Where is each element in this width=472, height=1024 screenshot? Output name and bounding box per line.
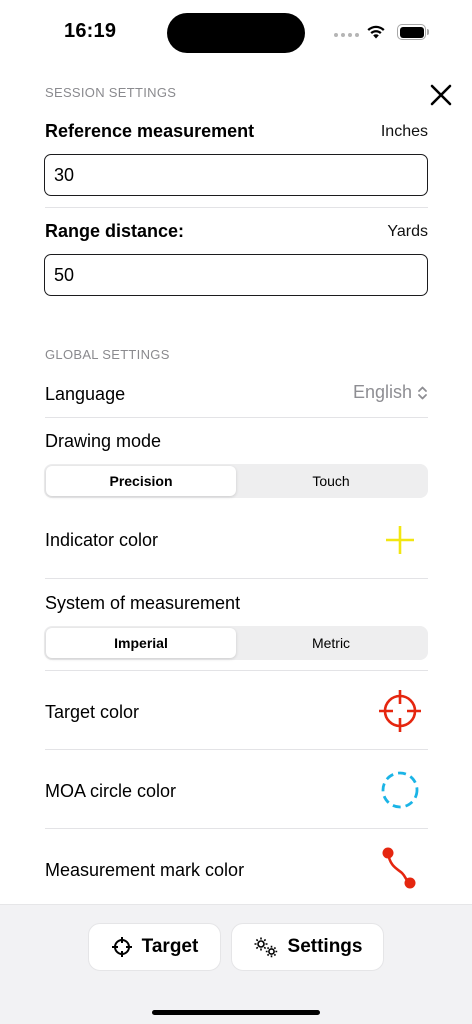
home-indicator xyxy=(152,1010,320,1015)
drawing-mode-control: Precision Touch xyxy=(44,464,428,498)
divider xyxy=(45,749,428,750)
target-tab-button[interactable]: Target xyxy=(88,923,221,971)
reference-measurement-label: Reference measurement xyxy=(45,121,255,141)
system-metric[interactable]: Metric xyxy=(236,628,426,658)
global-settings-header: GLOBAL SETTINGS xyxy=(45,347,170,362)
target-color-label: Target color xyxy=(45,702,140,722)
crosshair-icon xyxy=(111,937,132,957)
settings-tab-button[interactable]: Settings xyxy=(231,923,384,971)
measurement-mark-color-label: Measurement mark color xyxy=(45,860,245,880)
moa-circle-color-swatch[interactable] xyxy=(380,770,420,810)
language-label: Language xyxy=(45,384,126,404)
system-of-measurement-control: Imperial Metric xyxy=(44,626,428,660)
measurement-mark-icon xyxy=(382,847,416,889)
reference-unit-label: Inches xyxy=(380,123,428,140)
battery-icon xyxy=(397,24,431,40)
drawing-mode-label: Drawing mode xyxy=(45,431,162,451)
divider xyxy=(45,578,428,579)
bottom-tab-bar: Target Settings xyxy=(0,904,472,1024)
drawing-mode-precision[interactable]: Precision xyxy=(46,466,236,496)
session-settings-header: SESSION SETTINGS xyxy=(45,85,177,100)
chevron-updown-icon xyxy=(418,386,427,399)
dynamic-island xyxy=(167,13,305,53)
language-value: English xyxy=(352,382,412,402)
status-bar: 16:19 xyxy=(0,0,472,64)
dashed-circle-icon xyxy=(381,771,419,809)
indicator-color-swatch[interactable] xyxy=(384,524,416,556)
reference-measurement-input[interactable] xyxy=(44,154,428,196)
divider xyxy=(45,417,428,418)
status-time: 16:19 xyxy=(64,20,117,42)
drawing-mode-touch[interactable]: Touch xyxy=(236,466,426,496)
moa-circle-color-label: MOA circle color xyxy=(45,781,177,801)
system-imperial[interactable]: Imperial xyxy=(46,628,236,658)
close-icon[interactable] xyxy=(426,80,456,110)
divider xyxy=(45,670,428,671)
wifi-icon xyxy=(367,25,385,39)
plus-icon xyxy=(386,526,414,554)
language-picker[interactable]: English xyxy=(353,382,428,403)
divider xyxy=(45,828,428,829)
divider xyxy=(45,207,428,208)
range-distance-label: Range distance: xyxy=(45,221,185,241)
range-unit-label: Yards xyxy=(387,223,428,240)
settings-tab-label: Settings xyxy=(287,936,363,957)
target-icon xyxy=(379,690,421,732)
measurement-mark-color-swatch[interactable] xyxy=(380,845,420,891)
range-distance-input[interactable] xyxy=(44,254,428,296)
signal-icon xyxy=(334,33,360,39)
system-of-measurement-label: System of measurement xyxy=(45,593,241,613)
target-tab-label: Target xyxy=(141,936,199,957)
target-color-swatch[interactable] xyxy=(377,688,423,734)
indicator-color-label: Indicator color xyxy=(45,530,159,550)
gears-icon xyxy=(254,937,277,958)
